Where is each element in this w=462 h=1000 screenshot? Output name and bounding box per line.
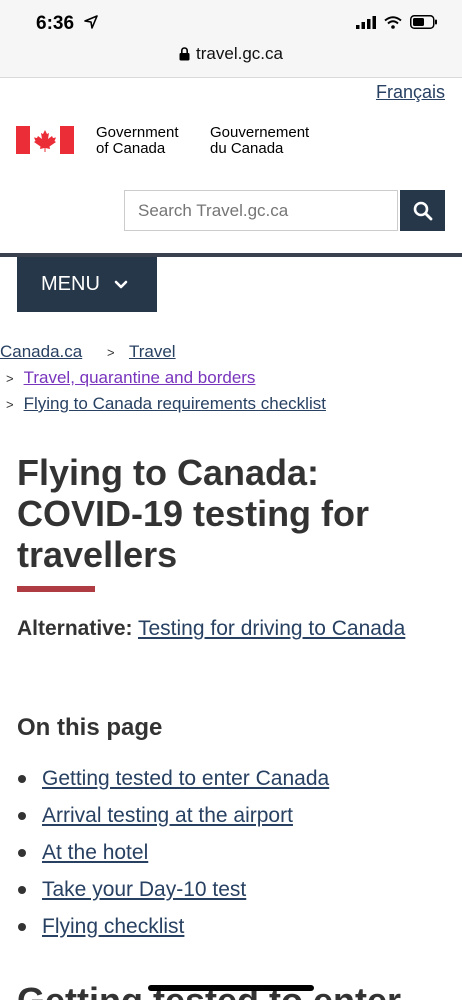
toc-item: Getting tested to enter Canada [17,760,329,797]
menu-label: MENU [41,273,100,295]
on-this-page-heading: On this page [17,714,163,741]
bullet-icon [18,922,26,931]
battery-icon [410,15,437,29]
canada-flag-icon [16,126,74,154]
bullet-icon [18,774,26,783]
status-time: 6:36 [36,13,75,34]
gov-en-line2: of Canada [96,140,166,157]
on-this-page-list: Getting tested to enter Canada Arrival t… [17,760,329,945]
breadcrumb-row-2: > Travel, quarantine and borders [6,368,255,388]
breadcrumb-separator-icon: > [6,397,14,412]
breadcrumb-link-canada[interactable]: Canada.ca [0,342,82,361]
url-text: travel.gc.ca [196,44,283,63]
toc-link-at-the-hotel[interactable]: At the hotel [42,841,148,865]
breadcrumb-row-3: > Flying to Canada requirements checklist [6,394,326,414]
status-icons [356,15,438,29]
menu-button[interactable]: MENU [17,257,157,312]
language-toggle-link[interactable]: Français [376,82,445,103]
alternative-note: Alternative: Testing for driving to Cana… [17,610,437,647]
government-of-canada-wordmark-en: Government of Canada [96,125,179,157]
home-indicator[interactable] [148,985,314,991]
signal-icon [356,15,376,29]
bullet-icon [18,885,26,894]
page-title: Flying to Canada: COVID-19 testing for t… [17,452,370,575]
breadcrumb-link-travel[interactable]: Travel [129,342,176,361]
location-arrow-icon [84,15,98,29]
gov-fr-line2: du Canada [210,140,284,157]
lock-icon [179,47,190,61]
alternative-label: Alternative: [17,617,133,640]
toc-link-getting-tested[interactable]: Getting tested to enter Canada [42,767,329,791]
government-of-canada-wordmark-fr: Gouvernement du Canada [210,125,309,157]
browser-chrome: 6:36 travel.gc.ca [0,0,462,78]
toc-item: Flying checklist [17,908,329,945]
breadcrumb-link-travel-quarantine-borders[interactable]: Travel, quarantine and borders [24,368,256,387]
wifi-icon [384,15,402,29]
toc-link-flying-checklist[interactable]: Flying checklist [42,915,184,939]
search-button[interactable] [400,190,445,231]
toc-link-day-10-test[interactable]: Take your Day-10 test [42,878,246,902]
search-icon [413,201,432,220]
breadcrumb-link-flying-checklist[interactable]: Flying to Canada requirements checklist [24,394,326,413]
testing-for-driving-link[interactable]: Testing for driving to Canada [138,617,405,640]
toc-item: Arrival testing at the airport [17,797,329,834]
toc-item: Take your Day-10 test [17,871,329,908]
gov-en-line1: Government [96,124,179,141]
breadcrumb-separator-icon: > [6,371,14,386]
bullet-icon [18,848,26,857]
chevron-down-icon [114,280,128,288]
url-bar[interactable]: travel.gc.ca [0,44,462,64]
gov-fr-line1: Gouvernement [210,124,310,141]
search-input[interactable] [124,190,398,231]
toc-link-arrival-testing[interactable]: Arrival testing at the airport [42,804,293,828]
title-accent-bar [17,586,95,592]
breadcrumb-row-1: Canada.ca > Travel [0,342,176,362]
toc-item: At the hotel [17,834,329,871]
breadcrumb-separator-icon: > [106,345,115,360]
bullet-icon [18,811,26,820]
